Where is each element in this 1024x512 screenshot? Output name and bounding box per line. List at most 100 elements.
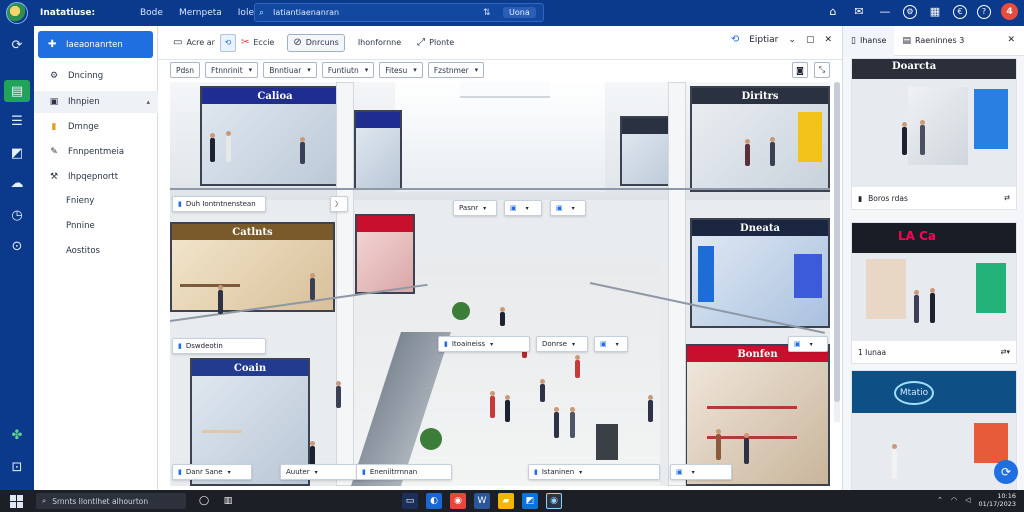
- menu-item[interactable]: Mernpeta: [179, 8, 222, 18]
- widgets-icon[interactable]: ▥: [220, 493, 236, 509]
- folder-app-icon[interactable]: ▰: [498, 493, 514, 509]
- search-scope-button[interactable]: Uona: [503, 7, 536, 18]
- camera-label[interactable]: ▣ ▾: [670, 464, 732, 480]
- camera-thumbnail[interactable]: Mtatio: [852, 371, 1016, 491]
- calendar-icon[interactable]: ▦: [927, 4, 943, 20]
- clock[interactable]: 10:16 01/17/2023: [979, 492, 1016, 508]
- store-app-icon[interactable]: ◩: [522, 493, 538, 509]
- camera-label[interactable]: ▣ ▾: [504, 200, 542, 216]
- camera-thumbnail[interactable]: LA Ca: [852, 223, 1016, 341]
- user-avatar[interactable]: 4: [1001, 3, 1018, 20]
- camera-label[interactable]: ▮ Danr Sane ▾: [172, 464, 252, 480]
- sidebar-subitem[interactable]: Fnieny: [34, 190, 158, 212]
- toolbar-add-button[interactable]: ▭ Acre ar: [168, 34, 220, 52]
- snapshot-icon[interactable]: ◙: [792, 62, 808, 78]
- tab-preview[interactable]: ▯ Ihanse: [843, 25, 895, 56]
- menu-item[interactable]: Iole: [238, 8, 254, 18]
- sidebar-item[interactable]: ✎ Fnnpentmeia: [34, 141, 158, 163]
- chrome-app-icon[interactable]: ◉: [450, 493, 466, 509]
- shopper: [540, 379, 545, 402]
- active-app-icon[interactable]: ◉: [546, 493, 562, 509]
- filter-dropdown[interactable]: Bnntiuar ▾: [263, 62, 317, 78]
- main-scrollbar[interactable]: [834, 82, 840, 422]
- sidebar-item[interactable]: ▮ Dmnge: [34, 116, 158, 138]
- monitor-app-icon[interactable]: ▭: [402, 493, 418, 509]
- chat-icon[interactable]: ✉: [851, 4, 867, 20]
- menu-item[interactable]: Bode: [140, 8, 163, 18]
- search-input[interactable]: Iatiantiaenanran: [273, 8, 483, 17]
- filter-dropdown[interactable]: Fzstnmer ▾: [427, 62, 485, 78]
- toolbar-info-button[interactable]: Ihonfornne: [353, 34, 406, 52]
- sidebar-item[interactable]: ⚒ Ihpqepnortt: [34, 166, 158, 188]
- filter-dropdown[interactable]: Fitesu ▾: [379, 62, 423, 78]
- sidebar-item[interactable]: ⚙ Dncinng: [34, 65, 158, 87]
- list-icon[interactable]: ☰: [4, 110, 30, 132]
- camera-thumbnail[interactable]: Doarcta: [852, 59, 1016, 187]
- global-search[interactable]: ⌕ Iatiantiaenanran ⇅ Uona: [254, 3, 544, 22]
- camera-label[interactable]: ▣ ▾: [788, 336, 828, 352]
- shamrock-icon[interactable]: ✤: [4, 424, 30, 446]
- toolbar-rotate-button[interactable]: ⟲: [219, 33, 236, 52]
- camera-view[interactable]: Calioa Diritrs Catlnts Dneata Coain Bonf…: [170, 82, 830, 486]
- wifi-icon[interactable]: ◠: [951, 496, 957, 504]
- task-view-icon[interactable]: ◯: [196, 493, 212, 509]
- caret-icon[interactable]: ⌄: [788, 35, 796, 45]
- camera-card[interactable]: Mtatio: [851, 370, 1017, 491]
- camera-label-button[interactable]: 〉: [330, 196, 348, 212]
- tab-recent[interactable]: ▤ Raeninnes 3: [894, 26, 972, 56]
- toolbar-right-label[interactable]: Eiptiar: [749, 35, 778, 45]
- export-icon[interactable]: ⊡: [4, 456, 30, 478]
- dashboard-icon[interactable]: ▤: [4, 80, 30, 102]
- refresh-icon[interactable]: ⟳: [4, 34, 30, 56]
- camera-label[interactable]: ▮ Eneniitrrnnan: [356, 464, 452, 480]
- cloud-icon[interactable]: ☁: [4, 172, 30, 194]
- edge-app-icon[interactable]: ◐: [426, 493, 442, 509]
- filter-dropdown[interactable]: Pdsn: [170, 62, 200, 78]
- euro-icon[interactable]: €: [953, 4, 967, 19]
- camera-card[interactable]: LA Ca 1 Iunaa ⇄▾: [851, 222, 1017, 364]
- filter-dropdown[interactable]: Funtiutn ▾: [321, 62, 375, 78]
- help-icon[interactable]: ?: [977, 4, 991, 19]
- camera-label[interactable]: ▣ ▾: [594, 336, 628, 352]
- toolbar-cut-button[interactable]: ✂ Eccie: [236, 34, 279, 52]
- minus-icon[interactable]: —: [877, 4, 893, 20]
- camera-label[interactable]: Donrse ▾: [536, 336, 588, 352]
- filter-icon[interactable]: ⇅: [483, 8, 497, 18]
- taskbar-search[interactable]: ⌕ Srnnts Ilontlhet alhourton: [36, 493, 186, 509]
- camera-label[interactable]: Pasnr ▾: [453, 200, 497, 216]
- camera-label[interactable]: Auuter ▾: [280, 464, 360, 480]
- compass-icon[interactable]: ⊙: [4, 235, 30, 257]
- chart-icon[interactable]: ◩: [4, 142, 30, 164]
- home-icon[interactable]: ⌂: [825, 4, 841, 20]
- toolbar-toggle-button[interactable]: ⊘ Dnrcuns: [287, 33, 345, 52]
- chevron-up-icon[interactable]: ⌃: [937, 496, 943, 504]
- settings-icon[interactable]: ⚙: [903, 4, 917, 19]
- camera-label[interactable]: ▮ Duh Iontntnenstean: [172, 196, 266, 212]
- camera-label[interactable]: ▮ Istaninen ▾: [528, 464, 660, 480]
- chevron-up-icon[interactable]: ▴: [146, 98, 150, 106]
- sidebar-subitem[interactable]: Aostitos: [34, 240, 158, 262]
- fab-refresh-button[interactable]: ⟳: [994, 460, 1018, 484]
- toolbar-plot-button[interactable]: ⤢ Plonte: [412, 34, 459, 52]
- primary-action-button[interactable]: ✚ Iaeaonanrten: [38, 31, 153, 58]
- volume-icon[interactable]: ◁: [965, 496, 970, 504]
- camera-label[interactable]: ▣ ▾: [550, 200, 586, 216]
- clock-icon[interactable]: ◷: [4, 204, 30, 226]
- swap-icon[interactable]: ⇄▾: [1001, 348, 1010, 356]
- close-icon[interactable]: ✕: [1007, 35, 1015, 45]
- close-icon[interactable]: ✕: [824, 35, 832, 45]
- camera-label[interactable]: ▮ Dswdeotin: [172, 338, 266, 354]
- sidebar-subitem[interactable]: Pnnine: [34, 215, 158, 237]
- fullscreen-icon[interactable]: ⤡: [814, 62, 830, 78]
- sync-icon[interactable]: ⟲: [731, 34, 739, 45]
- filter-dropdown[interactable]: Ftnnrinit ▾: [204, 62, 259, 78]
- swap-icon[interactable]: ⇄: [1004, 194, 1010, 202]
- camera-label[interactable]: ▮ Itoaineiss ▾: [438, 336, 530, 352]
- start-button[interactable]: [6, 493, 26, 509]
- window-icon[interactable]: ▢: [806, 35, 815, 45]
- sidebar-item-label: Ihnpien: [68, 97, 100, 107]
- sidebar-item-selected[interactable]: ▣ Ihnpien ▴: [34, 91, 158, 113]
- camera-card[interactable]: Doarcta ▮ Boros rdas ⇄: [851, 58, 1017, 210]
- scrollbar-thumb[interactable]: [834, 82, 840, 402]
- word-app-icon[interactable]: W: [474, 493, 490, 509]
